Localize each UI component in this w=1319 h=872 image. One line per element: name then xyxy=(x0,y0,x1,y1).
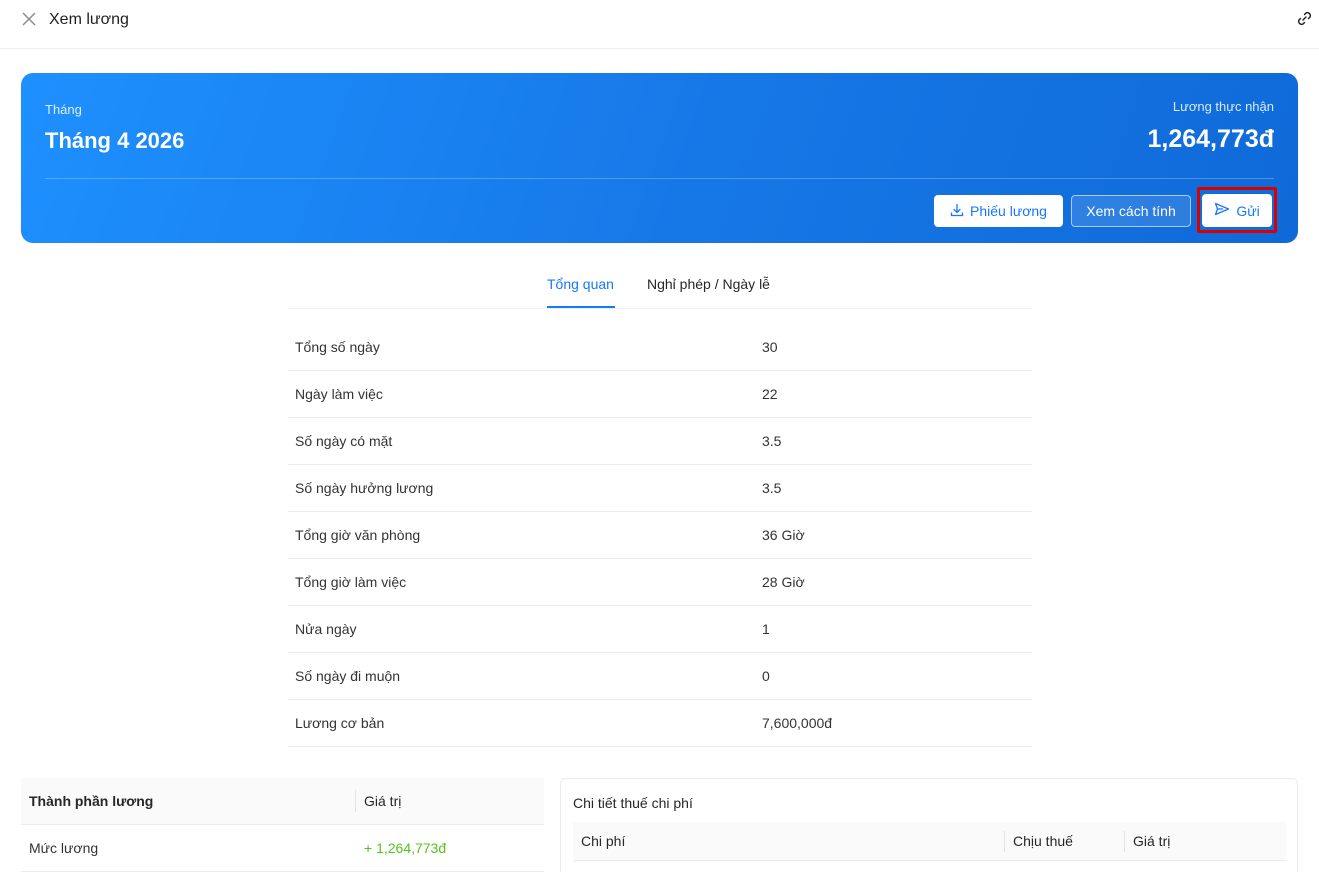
view-calculation-button[interactable]: Xem cách tính xyxy=(1071,195,1191,227)
tax-details-title: Chi tiết thuế chi phí xyxy=(573,795,693,811)
column-header-value: Giá trị xyxy=(1133,833,1171,849)
overview-list: Tổng số ngày 30 Ngày làm việc 22 Số ngày… xyxy=(288,324,1032,747)
list-item: Số ngày hưởng lương 3.5 xyxy=(288,465,1032,512)
month-value: Tháng 4 2026 xyxy=(45,128,185,153)
payslip-button-label: Phiếu lương xyxy=(970,203,1047,219)
stat-value: 36 Giờ xyxy=(762,527,805,543)
table-header: Chi phí Chịu thuế Giá trị xyxy=(573,822,1286,861)
stat-label: Tổng số ngày xyxy=(295,339,380,355)
list-item: Tổng số ngày 30 xyxy=(288,324,1032,371)
stat-label: Tổng giờ văn phòng xyxy=(295,527,421,543)
month-label: Tháng xyxy=(45,102,82,117)
tab-bar: Tổng quan Nghỉ phép / Ngày lễ xyxy=(288,266,1032,309)
list-item: Số ngày đi muộn 0 xyxy=(288,653,1032,700)
stat-label: Ngày làm việc xyxy=(295,386,383,402)
top-bar: Xem lương xyxy=(0,0,1319,49)
download-icon xyxy=(950,203,964,220)
banner-divider xyxy=(45,178,1274,179)
close-icon[interactable] xyxy=(20,10,38,28)
stat-value: 0 xyxy=(762,668,770,684)
tab-leave-holidays[interactable]: Nghỉ phép / Ngày lễ xyxy=(647,276,770,292)
stat-value: 3.5 xyxy=(762,480,782,496)
stat-value: 30 xyxy=(762,339,778,355)
stat-label: Số ngày hưởng lương xyxy=(295,480,434,496)
net-salary-value: 1,264,773đ xyxy=(1147,125,1275,153)
view-calculation-label: Xem cách tính xyxy=(1086,203,1176,219)
list-item: Tổng giờ làm việc 28 Giờ xyxy=(288,559,1032,606)
stat-value: 1 xyxy=(762,621,770,637)
list-item: Ngày làm việc 22 xyxy=(288,371,1032,418)
stat-label: Nửa ngày xyxy=(295,621,357,637)
salary-banner: Tháng Tháng 4 2026 Lương thực nhận 1,264… xyxy=(21,73,1298,243)
component-value: + 1,264,773đ xyxy=(364,840,447,856)
tax-details-card: Chi tiết thuế chi phí Chi phí Chịu thuế … xyxy=(560,778,1298,872)
list-item: Tổng giờ văn phòng 36 Giờ xyxy=(288,512,1032,559)
list-item: Số ngày có mặt 3.5 xyxy=(288,418,1032,465)
column-header-expense: Chi phí xyxy=(581,833,626,849)
net-salary-label: Lương thực nhận xyxy=(1172,99,1274,114)
stat-value: 7,600,000đ xyxy=(762,715,833,731)
column-divider xyxy=(1004,831,1005,852)
column-header-value: Giá trị xyxy=(364,793,402,809)
stat-label: Lương cơ bản xyxy=(295,715,385,731)
column-header-taxable: Chịu thuế xyxy=(1013,833,1073,849)
active-tab-indicator xyxy=(547,306,615,308)
payslip-button[interactable]: Phiếu lương xyxy=(934,195,1063,227)
component-name: Mức lương xyxy=(29,840,99,856)
column-divider xyxy=(355,790,356,812)
table-row: Mức lương + 1,264,773đ xyxy=(21,825,544,872)
list-item: Lương cơ bản 7,600,000đ xyxy=(288,700,1032,747)
stat-label: Số ngày đi muộn xyxy=(295,668,401,684)
stat-value: 22 xyxy=(762,386,778,402)
stat-value: 3.5 xyxy=(762,433,782,449)
tab-overview[interactable]: Tổng quan xyxy=(547,276,614,292)
stat-value: 28 Giờ xyxy=(762,574,805,590)
column-header-component: Thành phần lương xyxy=(29,793,154,809)
link-icon[interactable] xyxy=(1296,10,1313,27)
table-header: Thành phần lương Giá trị xyxy=(21,778,544,825)
page-title: Xem lương xyxy=(49,11,129,28)
salary-components-table: Thành phần lương Giá trị Mức lương + 1,2… xyxy=(21,778,544,872)
stat-label: Tổng giờ làm việc xyxy=(295,574,407,590)
send-icon xyxy=(1214,202,1230,219)
list-item: Nửa ngày 1 xyxy=(288,606,1032,653)
stat-label: Số ngày có mặt xyxy=(295,433,393,449)
column-divider xyxy=(1124,831,1125,852)
send-button[interactable]: Gửi xyxy=(1202,194,1272,227)
send-button-label: Gửi xyxy=(1236,202,1260,219)
